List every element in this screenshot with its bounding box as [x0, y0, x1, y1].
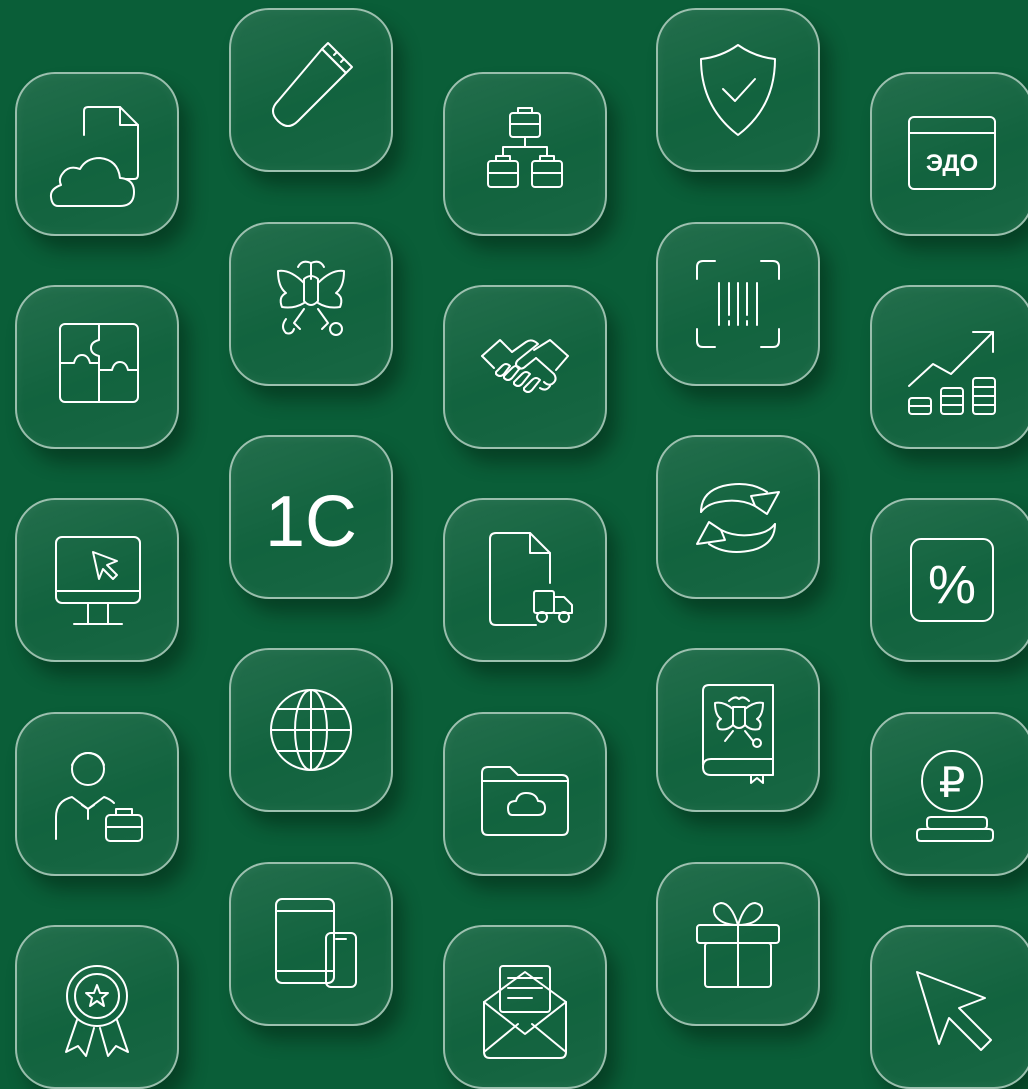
gift-box-icon [696, 902, 780, 988]
tile-gift [656, 862, 820, 1026]
tile-shield-check [656, 8, 820, 172]
cloud-document-icon [49, 106, 139, 207]
icon-grid: 1C ЭДО % ₽ [0, 0, 1028, 1089]
usb-flash-drive-icon [272, 42, 353, 127]
tile-email [443, 925, 607, 1089]
tile-edo: ЭДО [870, 72, 1028, 236]
handshake-icon [481, 339, 569, 393]
tile-usb-flash-drive [229, 8, 393, 172]
coat-of-arms-book-icon [702, 684, 774, 784]
employee-briefcase-icon [55, 752, 143, 842]
tile-ruble-coins: ₽ [870, 712, 1028, 876]
coat-of-arms-eagle-icon [277, 260, 345, 336]
tile-handshake [443, 285, 607, 449]
tile-barcode-scan [656, 222, 820, 386]
puzzle-icon [59, 323, 139, 403]
tile-award-star [15, 925, 179, 1089]
tile-cursor-arrow [870, 925, 1028, 1089]
tile-puzzle [15, 285, 179, 449]
tile-growth-chart [870, 285, 1028, 449]
sync-arrows-icon [696, 483, 780, 553]
tile-coat-of-arms [229, 222, 393, 386]
award-star-icon [65, 965, 129, 1057]
edo-label: ЭДО [926, 150, 978, 177]
tablet-phone-icon [275, 898, 357, 988]
monitor-cursor-icon [55, 536, 141, 625]
shield-check-icon [700, 44, 776, 136]
tile-tablet-phone [229, 862, 393, 1026]
briefcases-structure-icon [487, 107, 563, 188]
logo-1c-label: 1C [265, 482, 357, 562]
percent-label: % [928, 555, 976, 615]
ruble-coins-icon: ₽ [916, 750, 994, 842]
globe-icon [270, 689, 352, 771]
ruble-label: ₽ [939, 759, 966, 806]
tile-document-delivery [443, 498, 607, 662]
edo-window-icon: ЭДО [908, 116, 996, 190]
logo-1c-icon: 1C [265, 482, 357, 562]
barcode-scan-icon [696, 260, 780, 348]
tile-cloud-document [15, 72, 179, 236]
tile-monitor-cursor [15, 498, 179, 662]
tile-percent: % [870, 498, 1028, 662]
percent-icon: % [910, 538, 994, 622]
tile-coat-of-arms-book [656, 648, 820, 812]
tile-briefcases-structure [443, 72, 607, 236]
tile-sync-arrows [656, 435, 820, 599]
tile-globe [229, 648, 393, 812]
tile-1c-logo: 1C [229, 435, 393, 599]
email-envelope-icon [483, 965, 567, 1059]
growth-chart-coins-icon [908, 331, 996, 415]
cursor-arrow-icon [916, 971, 992, 1051]
tile-employee-briefcase [15, 712, 179, 876]
tile-cloud-folder [443, 712, 607, 876]
document-delivery-truck-icon [489, 532, 573, 626]
cloud-folder-icon [481, 766, 569, 836]
